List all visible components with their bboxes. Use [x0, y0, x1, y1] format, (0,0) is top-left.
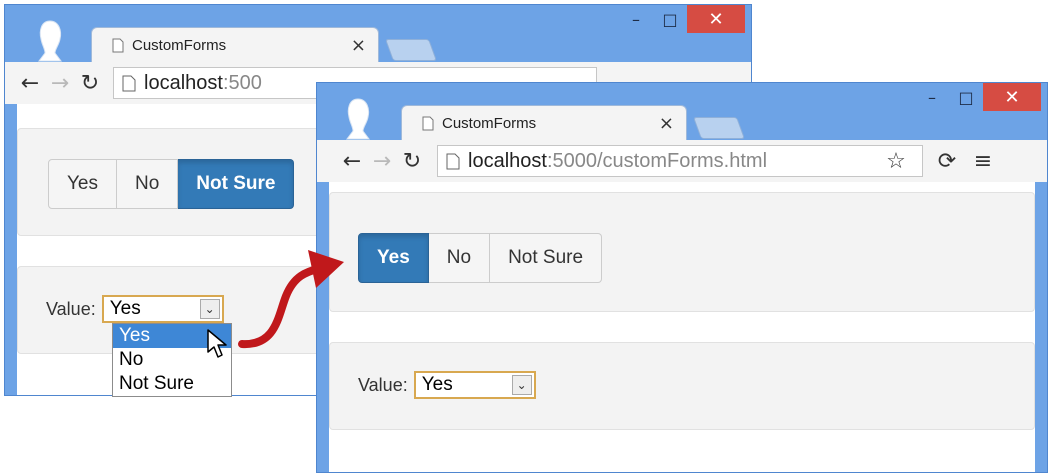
dropdown-option-not-sure[interactable]: Not Sure — [113, 372, 231, 396]
tab-title: CustomForms — [442, 115, 537, 132]
back-arrow-icon[interactable]: ← — [15, 71, 45, 96]
close-icon[interactable]: ✕ — [687, 5, 745, 33]
user-avatar-icon[interactable] — [33, 19, 67, 63]
page-content: Yes No Not Sure Value: Yes ⌄ — [329, 182, 1035, 472]
sync-icon[interactable]: ⟳ — [929, 149, 965, 174]
maximize-icon[interactable]: □ — [653, 5, 687, 33]
tab-customforms[interactable]: CustomForms × — [401, 105, 687, 141]
new-tab-button[interactable] — [384, 39, 438, 61]
reload-icon[interactable]: ↻ — [397, 149, 427, 174]
value-row: Value: Yes ⌄ — [46, 295, 224, 323]
user-avatar-icon[interactable] — [341, 97, 375, 141]
value-label: Value: — [358, 374, 408, 395]
document-icon — [112, 38, 124, 53]
browser-toolbar: ← → ↻ localhost:5000/customForms.html ☆ … — [317, 140, 1047, 182]
minimize-icon[interactable]: – — [915, 83, 949, 111]
yes-button[interactable]: Yes — [358, 233, 429, 283]
address-host: localhost — [468, 149, 547, 172]
no-button[interactable]: No — [117, 159, 179, 209]
button-panel: Yes No Not Sure — [329, 192, 1035, 312]
value-row: Value: Yes ⌄ — [358, 371, 536, 399]
forward-arrow-icon[interactable]: → — [367, 149, 397, 174]
value-select[interactable]: Yes ⌄ — [101, 295, 224, 323]
address-bar[interactable]: localhost:5000/customForms.html ☆ — [437, 145, 923, 177]
tab-close-icon[interactable]: × — [659, 113, 674, 134]
window-controls: – □ ✕ — [915, 83, 1041, 113]
tab-close-icon[interactable]: × — [351, 35, 366, 56]
mouse-cursor-icon — [207, 329, 227, 358]
new-tab-button[interactable] — [692, 117, 746, 139]
address-host: localhost — [144, 71, 223, 94]
back-arrow-icon[interactable]: ← — [337, 149, 367, 174]
menu-icon[interactable]: ≡ — [965, 149, 1001, 174]
tab-customforms[interactable]: CustomForms × — [91, 27, 379, 63]
address-path: :500 — [222, 71, 262, 94]
forward-arrow-icon[interactable]: → — [45, 71, 75, 96]
value-select[interactable]: Yes ⌄ — [413, 371, 536, 399]
tab-title: CustomForms — [132, 37, 227, 54]
no-button[interactable]: No — [428, 233, 491, 283]
curved-arrow-icon — [238, 250, 344, 349]
reload-icon[interactable]: ↻ — [75, 71, 105, 96]
not-sure-button[interactable]: Not Sure — [178, 159, 295, 209]
minimize-icon[interactable]: – — [619, 5, 653, 33]
page-icon — [446, 153, 460, 169]
browser-window-front: – □ ✕ CustomForms × ← → ↻ localhost:5000… — [316, 82, 1048, 473]
value-panel: Value: Yes ⌄ — [329, 342, 1035, 430]
button-group: Yes No Not Sure — [358, 233, 603, 283]
select-value: Yes — [109, 298, 141, 319]
document-icon — [422, 116, 434, 131]
address-path: :5000/customForms.html — [546, 149, 768, 172]
star-icon[interactable]: ☆ — [878, 149, 914, 174]
page-icon — [122, 75, 136, 91]
close-icon[interactable]: ✕ — [983, 83, 1041, 111]
chevron-down-icon[interactable]: ⌄ — [199, 299, 220, 319]
yes-button[interactable]: Yes — [48, 159, 117, 209]
value-label: Value: — [46, 298, 96, 319]
chevron-down-icon[interactable]: ⌄ — [511, 375, 532, 395]
maximize-icon[interactable]: □ — [949, 83, 983, 111]
select-value: Yes — [421, 374, 453, 395]
button-group: Yes No Not Sure — [48, 159, 295, 209]
window-controls: – □ ✕ — [619, 5, 745, 35]
not-sure-button[interactable]: Not Sure — [490, 233, 603, 283]
